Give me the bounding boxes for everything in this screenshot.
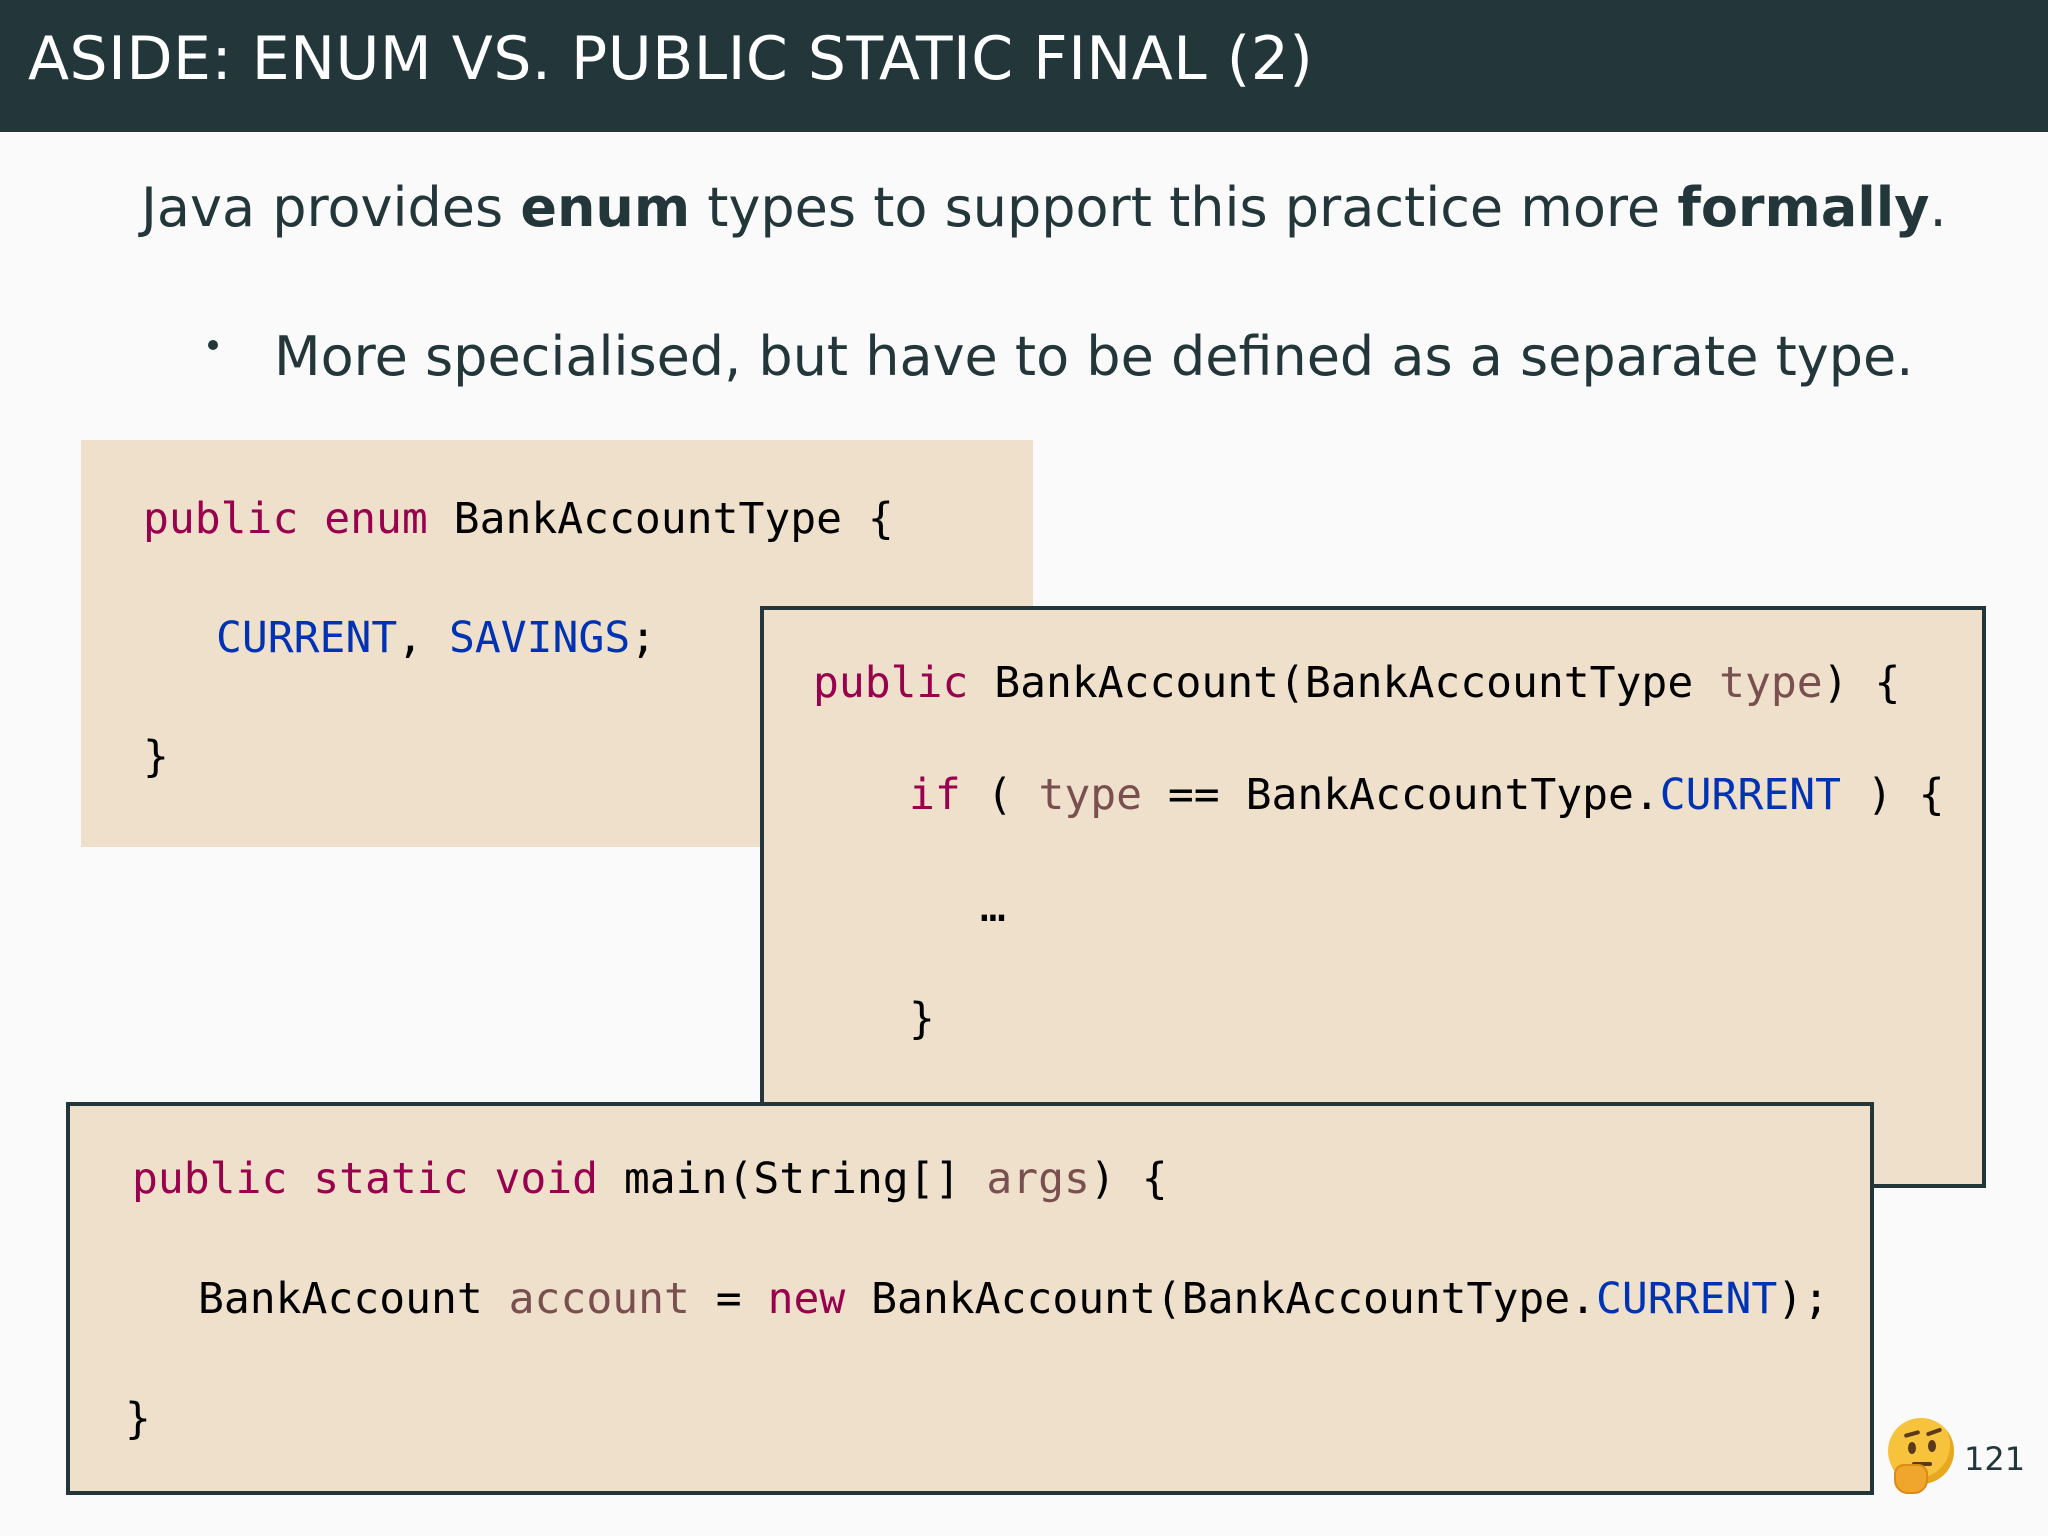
code-token: BankAccountType {	[427, 494, 894, 544]
code-keyword: if	[909, 770, 961, 820]
code-token: ) {	[1822, 658, 1901, 708]
code-line: …	[980, 886, 1006, 929]
code-constant: CURRENT	[1659, 770, 1841, 820]
code-token: ;	[630, 613, 657, 663]
code-token: ) {	[1089, 1154, 1168, 1204]
hand	[1894, 1464, 1928, 1494]
code-line: public BankAccount(BankAccountType type)…	[813, 662, 1900, 705]
code-keyword: public	[132, 1154, 288, 1204]
eye	[1908, 1442, 1916, 1454]
bullet-text: More specialised, but have to be defined…	[274, 325, 1914, 388]
code-box-constructor: public BankAccount(BankAccountType type)…	[760, 606, 1986, 1188]
lead-emphasis-formally: formally	[1677, 176, 1930, 239]
brow	[1903, 1429, 1921, 1439]
code-token: BankAccount(BankAccountType.	[845, 1274, 1596, 1324]
code-line: public static void main(String[] args) {	[132, 1158, 1168, 1201]
code-token: ,	[397, 613, 449, 663]
code-token: }	[909, 994, 935, 1044]
code-line: }	[125, 1398, 151, 1441]
code-constant: CURRENT	[216, 613, 398, 663]
code-token: }	[143, 732, 169, 782]
title-bar: ASIDE: ENUM VS. PUBLIC STATIC FINAL (2)	[0, 0, 2048, 132]
code-token: BankAccount	[198, 1274, 509, 1324]
code-token: (	[960, 770, 1039, 820]
bullet-dot	[208, 340, 218, 350]
code-variable: account	[508, 1274, 690, 1324]
lead-emphasis-enum: enum	[520, 176, 691, 239]
code-line: if ( type == BankAccountType.CURRENT ) {	[909, 774, 1945, 817]
code-token: == BankAccountType.	[1142, 770, 1660, 820]
thinking-face-icon	[1888, 1418, 1954, 1494]
code-line: BankAccount account = new BankAccount(Ba…	[198, 1278, 1829, 1321]
code-box-main: public static void main(String[] args) {…	[66, 1102, 1874, 1495]
page-number: 121	[1964, 1440, 2026, 1478]
code-token: main(String[]	[598, 1154, 987, 1204]
slide-title: ASIDE: ENUM VS. PUBLIC STATIC FINAL (2)	[28, 24, 1314, 94]
code-keyword: enum	[324, 494, 428, 544]
lead-part: .	[1929, 176, 1947, 239]
code-line: }	[143, 736, 169, 779]
code-keyword: public	[143, 494, 299, 544]
eye	[1928, 1440, 1936, 1452]
code-variable: type	[1719, 658, 1823, 708]
code-token: ) {	[1841, 770, 1945, 820]
code-token: );	[1777, 1274, 1829, 1324]
lead-part: types to support this practice more	[690, 176, 1678, 239]
code-variable: type	[1038, 770, 1143, 820]
code-token: =	[689, 1274, 768, 1324]
lead-part: Java provides	[141, 176, 521, 239]
code-line: public enum BankAccountType {	[143, 498, 894, 541]
code-keyword: static	[313, 1154, 469, 1204]
code-line: }	[909, 998, 935, 1041]
lead-sentence: Java provides enum types to support this…	[141, 176, 1947, 239]
code-keyword: void	[494, 1154, 599, 1204]
code-constant: SAVINGS	[449, 613, 631, 663]
code-keyword: new	[767, 1274, 846, 1324]
brow	[1925, 1427, 1943, 1437]
code-line: CURRENT, SAVINGS;	[216, 617, 656, 660]
code-keyword: public	[813, 658, 969, 708]
code-ellipsis: …	[980, 882, 1006, 932]
code-constant: CURRENT	[1596, 1274, 1778, 1324]
code-token: }	[125, 1394, 151, 1444]
code-variable: args	[986, 1154, 1090, 1204]
code-token: BankAccount(BankAccountType	[968, 658, 1720, 708]
